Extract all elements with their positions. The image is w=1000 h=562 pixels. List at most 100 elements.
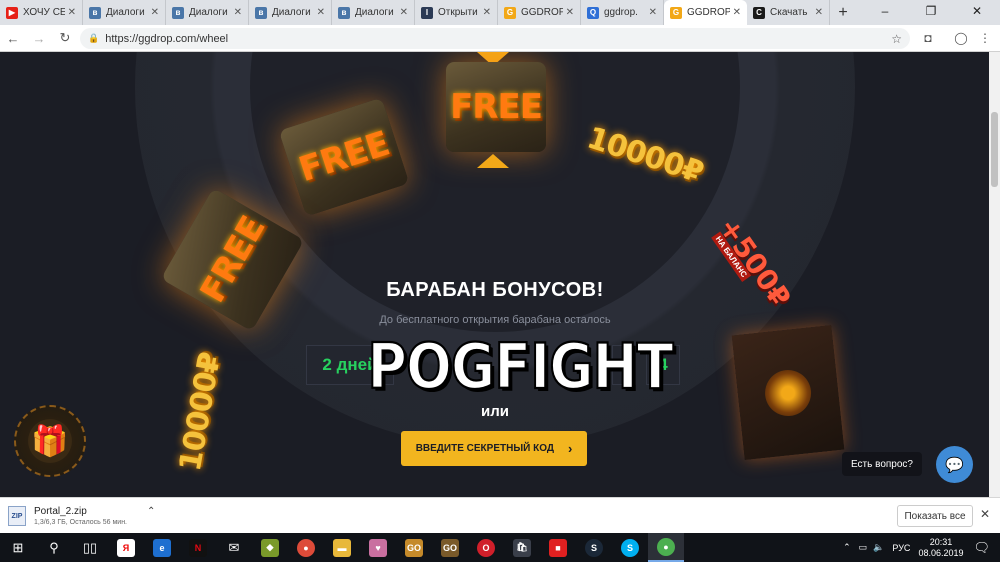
store-icon[interactable]: 🛍 bbox=[504, 533, 540, 562]
menu-dots-icon[interactable]: ⋮ bbox=[977, 30, 993, 46]
search-icon[interactable]: ⚲ bbox=[36, 533, 72, 562]
site-icon: I bbox=[421, 6, 433, 19]
roblox-icon[interactable]: ■ bbox=[540, 533, 576, 562]
language-indicator[interactable]: РУС bbox=[892, 543, 910, 553]
page-viewport: FREE FREE FREE 10000₽ 10000₽ +500₽ НА БА… bbox=[0, 52, 989, 497]
tab-title: ХОЧУ СЕ bbox=[23, 7, 65, 18]
opera-icon[interactable]: O bbox=[468, 533, 504, 562]
yandex-browser-icon[interactable]: Я bbox=[108, 533, 144, 562]
url-field[interactable]: 🔒 https://ggdrop.com/wheel ☆ bbox=[80, 28, 910, 49]
wheel-item-money-left: 10000₽ bbox=[160, 348, 240, 477]
minimize-button[interactable]: – bbox=[862, 0, 908, 22]
browser-tab[interactable]: Qggdrop. ✕ bbox=[581, 0, 664, 25]
task-view-icon[interactable]: ▯▯ bbox=[72, 533, 108, 562]
chat-bubble-icon[interactable]: 💬 bbox=[936, 446, 973, 483]
chrome-icon[interactable]: ● bbox=[288, 533, 324, 562]
ask-question-tooltip: Есть вопрос? bbox=[842, 452, 922, 476]
gift-icon[interactable]: 🎁 bbox=[14, 405, 86, 477]
reload-button[interactable]: ↻ bbox=[52, 30, 78, 46]
page-title: БАРАБАН БОНУСОВ! bbox=[386, 279, 604, 301]
app-pink-icon[interactable]: ♥ bbox=[360, 533, 396, 562]
profile-avatar-icon[interactable]: ◯ bbox=[953, 30, 969, 46]
browser-tab[interactable]: в Диалоги ✕ bbox=[166, 0, 249, 25]
close-tab-icon[interactable]: ✕ bbox=[649, 7, 657, 18]
download-item[interactable]: ZIP Portal_2.zip 1,3/6,3 ГБ, Осталось 56… bbox=[8, 502, 168, 530]
close-tab-icon[interactable]: ✕ bbox=[68, 7, 76, 18]
ggdrop-icon: G bbox=[670, 6, 682, 19]
browser-tab[interactable]: G GGDROP ✕ bbox=[498, 0, 581, 25]
free-label: FREE bbox=[450, 87, 543, 127]
csgo-alt-icon[interactable]: GO bbox=[432, 533, 468, 562]
windows-start-icon[interactable]: ⊞ bbox=[0, 533, 36, 562]
tab-title: Диалоги bbox=[355, 7, 394, 18]
download-filename: Portal_2.zip bbox=[34, 506, 87, 517]
close-tab-icon[interactable]: ✕ bbox=[733, 7, 741, 18]
back-button[interactable]: ← bbox=[0, 31, 26, 46]
browser-tab[interactable]: в Диалоги ✕ bbox=[249, 0, 332, 25]
notifications-icon[interactable]: 🗨 bbox=[973, 540, 990, 556]
csgo-icon[interactable]: GO bbox=[396, 533, 432, 562]
close-tab-icon[interactable]: ✕ bbox=[566, 7, 574, 18]
archive-file-icon: ZIP bbox=[8, 506, 26, 526]
extension-icon[interactable]: ◘ bbox=[920, 30, 936, 46]
browser-tab[interactable]: ▶ ХОЧУ СЕ ✕ bbox=[0, 0, 83, 25]
close-window-button[interactable]: ✕ bbox=[954, 0, 1000, 22]
bookmark-star-icon[interactable]: ☆ bbox=[891, 32, 902, 46]
lock-icon: 🔒 bbox=[88, 33, 100, 43]
file-explorer-icon[interactable]: ▬ bbox=[324, 533, 360, 562]
edge-icon[interactable]: e bbox=[144, 533, 180, 562]
wheel-item-free-top: FREE bbox=[446, 62, 546, 152]
chrome-active-icon[interactable]: ● bbox=[648, 533, 684, 562]
vk-icon: в bbox=[338, 6, 350, 19]
wheel-item-mystery-case bbox=[731, 325, 845, 460]
tab-title: ggdrop. bbox=[604, 7, 638, 18]
app-green-icon[interactable]: ◆ bbox=[252, 533, 288, 562]
search-icon: Q bbox=[587, 6, 599, 19]
new-tab-button[interactable]: + bbox=[830, 0, 856, 25]
wheel-pointer-bottom-icon bbox=[477, 154, 509, 168]
close-tab-icon[interactable]: ✕ bbox=[400, 7, 408, 18]
close-tab-icon[interactable]: ✕ bbox=[483, 7, 491, 18]
show-all-downloads-button[interactable]: Показать все bbox=[897, 505, 973, 527]
secret-code-label: ВВЕДИТЕ СЕКРЕТНЫЙ КОД bbox=[415, 443, 554, 454]
browser-tab[interactable]: G GGDROP ✕ bbox=[664, 0, 747, 25]
skype-icon[interactable]: S bbox=[612, 533, 648, 562]
page-scrollbar[interactable] bbox=[989, 52, 1000, 497]
close-tab-icon[interactable]: ✕ bbox=[151, 7, 159, 18]
browser-tab-strip: ▶ ХОЧУ СЕ ✕ в Диалоги ✕ в Диалоги ✕ в Диалоги ✕ в Диа… bbox=[0, 0, 1000, 25]
maximize-button[interactable]: ❐ bbox=[908, 0, 954, 22]
scrollbar-thumb[interactable] bbox=[991, 112, 998, 187]
tab-title: Диалоги bbox=[189, 7, 228, 18]
browser-tab[interactable]: в Диалоги ✕ bbox=[83, 0, 166, 25]
close-download-bar-icon[interactable]: ✕ bbox=[980, 507, 990, 521]
tab-title: Диалоги bbox=[272, 7, 311, 18]
vk-icon: в bbox=[89, 6, 101, 19]
browser-tab[interactable]: C Скачать ✕ bbox=[747, 0, 830, 25]
close-tab-icon[interactable]: ✕ bbox=[815, 7, 823, 18]
browser-tab[interactable]: I Открыти ✕ bbox=[415, 0, 498, 25]
secret-code-button[interactable]: ВВЕДИТЕ СЕКРЕТНЫЙ КОД › bbox=[401, 431, 587, 466]
clock[interactable]: 20:31 08.06.2019 bbox=[918, 537, 963, 559]
counter-strike-icon: C bbox=[753, 6, 765, 19]
mail-icon[interactable]: ✉ bbox=[216, 533, 252, 562]
netflix-icon[interactable]: N bbox=[180, 533, 216, 562]
steam-icon[interactable]: S bbox=[576, 533, 612, 562]
chevron-up-icon[interactable]: ⌃ bbox=[147, 506, 155, 517]
vk-icon: в bbox=[172, 6, 184, 19]
browser-tab[interactable]: в Диалоги ✕ bbox=[332, 0, 415, 25]
network-icon[interactable]: ▭ bbox=[859, 542, 868, 553]
chevron-up-icon[interactable]: ⌃ bbox=[843, 542, 851, 553]
tab-title: Скачать bbox=[770, 7, 808, 18]
download-bar: ZIP Portal_2.zip 1,3/6,3 ГБ, Осталось 56… bbox=[0, 497, 1000, 533]
countdown-caption: До бесплатного открытия барабана осталос… bbox=[379, 314, 611, 326]
vk-icon: в bbox=[255, 6, 267, 19]
clock-time: 20:31 bbox=[929, 536, 953, 547]
close-tab-icon[interactable]: ✕ bbox=[234, 7, 242, 18]
forward-button[interactable]: → bbox=[26, 31, 52, 46]
volume-icon[interactable]: 🔈 bbox=[873, 542, 884, 553]
youtube-icon: ▶ bbox=[6, 6, 18, 19]
mystery-orb-icon bbox=[762, 367, 814, 418]
tab-title: Открыти bbox=[438, 7, 478, 18]
close-tab-icon[interactable]: ✕ bbox=[317, 7, 325, 18]
tab-title: GGDROP bbox=[687, 7, 730, 18]
